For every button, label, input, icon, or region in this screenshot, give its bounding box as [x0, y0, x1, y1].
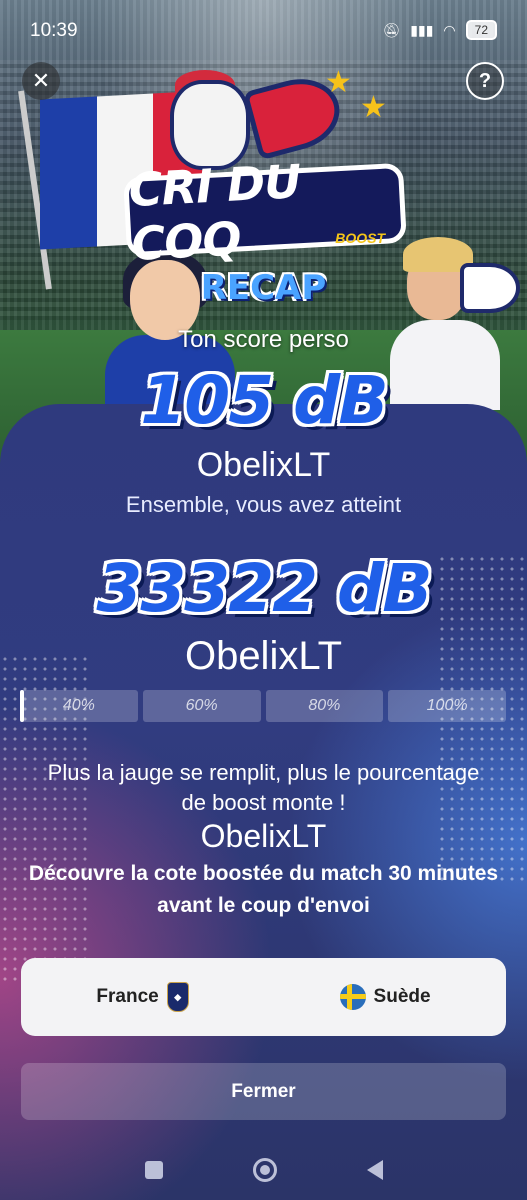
mute-icon: 🔕︎ [382, 21, 401, 38]
home-team: France ◆ [96, 982, 189, 1012]
cri-du-coq-logo: ★ ★ CRI DU COQ BOOST [123, 66, 407, 271]
spark-icon: ★ [360, 91, 387, 124]
away-team: Suède [339, 984, 431, 1010]
gauge-segment: 100% [388, 690, 506, 722]
boost-odds-cta: Découvre la cote boostée du match 30 min… [28, 862, 499, 917]
back-icon[interactable] [366, 1160, 383, 1180]
signal-icon: ▮▮▮ [410, 21, 434, 38]
username: ObelixLT [196, 446, 331, 484]
close-recap-button[interactable]: Fermer [21, 1063, 506, 1120]
logo-boost: BOOST [335, 230, 385, 246]
system-nav-bar [0, 1140, 527, 1200]
close-button[interactable]: ✕ [22, 62, 60, 100]
personal-score-label: Ton score perso [178, 326, 349, 353]
personal-score: 105 dB [140, 362, 388, 439]
gauge-segment: 60% [142, 690, 261, 722]
sweden-flag-icon [339, 984, 366, 1010]
together-label: Ensemble, vous avez atteint [125, 492, 402, 517]
gauge-fill [20, 690, 24, 722]
match-card[interactable]: France ◆ Suède [21, 958, 506, 1036]
help-button[interactable]: ? [466, 62, 504, 100]
away-team-name: Suède [373, 986, 431, 1007]
info-username: ObelixLT [200, 818, 327, 854]
close-icon: ✕ [31, 68, 51, 93]
team-username: ObelixLT [184, 634, 343, 678]
status-icons: 🔕︎ ▮▮▮ ◠ 72 [383, 20, 497, 40]
home-icon[interactable] [252, 1158, 277, 1182]
help-icon: ? [478, 69, 492, 92]
home-team-name: France [96, 986, 159, 1007]
fff-crest-icon: ◆ [166, 982, 189, 1012]
spark-icon: ★ [325, 66, 352, 99]
gauge-segment: 40% [20, 690, 138, 722]
status-bar: 10:39 🔕︎ ▮▮▮ ◠ 72 [0, 0, 527, 60]
recents-icon[interactable] [144, 1161, 163, 1179]
gauge-segment: 80% [265, 690, 384, 722]
recap-title: RECAP [200, 268, 327, 308]
boost-gauge: 40% 60% 80% 100% [20, 690, 506, 722]
battery-icon: 72 [465, 20, 497, 40]
status-time: 10:39 [30, 20, 78, 41]
team-score: 33322 dB [96, 550, 432, 627]
wifi-icon: ◠ [443, 21, 456, 38]
gauge-description: Plus la jauge se remplit, plus le pource… [47, 760, 480, 815]
